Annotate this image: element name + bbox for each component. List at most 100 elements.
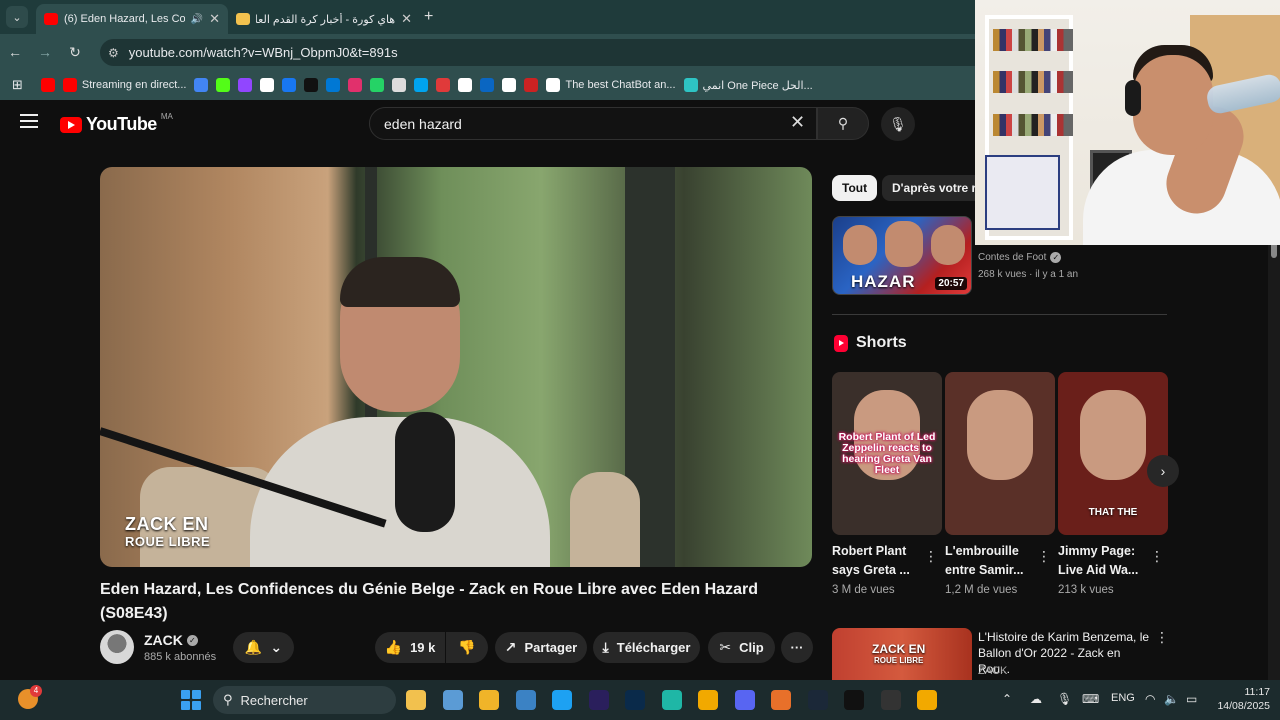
like-button[interactable]: 👍 19 k bbox=[375, 632, 445, 663]
more-options-icon[interactable]: ⋮ bbox=[924, 548, 938, 565]
bookmark-item[interactable] bbox=[216, 78, 231, 92]
battery-icon[interactable]: ▭ bbox=[1186, 692, 1197, 706]
language-indicator[interactable]: ENG bbox=[1111, 692, 1135, 704]
keyboard-icon[interactable]: ⌨ bbox=[1082, 692, 1099, 706]
bookmark-item[interactable] bbox=[238, 78, 253, 92]
short-title[interactable]: L'embrouille entre Samir... bbox=[945, 542, 1035, 580]
bookmark-item[interactable] bbox=[414, 78, 429, 92]
short-thumbnail[interactable]: Robert Plant of Led Zeppelin reacts to h… bbox=[832, 372, 942, 535]
forward-arrow-icon[interactable]: → bbox=[30, 44, 60, 60]
bookmark-item[interactable]: The best ChatBot an... bbox=[546, 78, 676, 92]
discord-icon[interactable] bbox=[734, 690, 755, 710]
recommendation-channel[interactable]: Contes de Foot ✓ bbox=[978, 252, 1062, 263]
webcam-overlay bbox=[975, 0, 1280, 245]
mic-icon[interactable] bbox=[771, 690, 791, 710]
new-tab-button[interactable]: + bbox=[424, 8, 433, 26]
obs-icon[interactable] bbox=[880, 690, 901, 710]
chevron-down-icon: ⌄ bbox=[270, 639, 283, 655]
bookmark-item[interactable] bbox=[194, 78, 209, 92]
bookmark-item[interactable] bbox=[326, 78, 341, 92]
voice-search-button[interactable]: 🎙 bbox=[881, 107, 915, 141]
bookmark-item[interactable] bbox=[524, 78, 539, 92]
snipping-icon[interactable] bbox=[442, 690, 463, 710]
close-tab-icon[interactable]: ✕ bbox=[401, 11, 412, 27]
bookmark-item[interactable] bbox=[458, 78, 473, 92]
search-button[interactable]: ⚲ bbox=[817, 107, 869, 140]
short-thumbnail[interactable]: THAT THE bbox=[1058, 372, 1168, 535]
tab-youtube[interactable]: (6) Eden Hazard, Les Confid 🔊 ✕ bbox=[36, 4, 228, 34]
download-button[interactable]: ⤓ Télécharger bbox=[593, 632, 700, 663]
bookmark-favicon-icon bbox=[546, 78, 561, 92]
network-drive-icon[interactable]: ☁ bbox=[1030, 692, 1042, 706]
channel-avatar[interactable] bbox=[100, 630, 134, 664]
bookmark-item[interactable] bbox=[304, 78, 319, 92]
shorts-heading-text: Shorts bbox=[856, 334, 907, 351]
tiktok-icon[interactable] bbox=[844, 690, 864, 710]
bookmark-item[interactable]: Streaming en direct... bbox=[62, 78, 186, 92]
notification-badge: 4 bbox=[30, 685, 42, 697]
windows-start-icon[interactable] bbox=[181, 690, 201, 710]
bookmark-item[interactable] bbox=[260, 78, 275, 92]
microphone-icon[interactable]: 🎙 bbox=[1057, 692, 1072, 706]
bookmark-item[interactable] bbox=[40, 78, 55, 92]
youtube-logo[interactable]: YouTube MA bbox=[60, 112, 173, 135]
site-info-icon[interactable]: ⚙ bbox=[108, 46, 119, 60]
bookmark-item[interactable]: انمي One Piece الحل... bbox=[683, 78, 813, 92]
bookmark-item[interactable] bbox=[348, 78, 363, 92]
recommendation-channel[interactable]: ZACK bbox=[978, 665, 1007, 677]
clear-search-icon[interactable]: ✕ bbox=[790, 112, 805, 133]
folder-icon[interactable] bbox=[479, 690, 499, 710]
bookmark-item[interactable] bbox=[282, 78, 297, 92]
steam-icon[interactable] bbox=[807, 690, 828, 710]
webcam-flag bbox=[985, 155, 1060, 230]
thumbs-down-icon: 👎 bbox=[458, 639, 476, 655]
share-button[interactable]: ↗ Partager bbox=[495, 632, 587, 663]
more-options-icon[interactable]: ⋮ bbox=[1150, 548, 1164, 565]
taskbar-clock[interactable]: 11:17 14/08/2025 bbox=[1212, 685, 1270, 713]
channel-name[interactable]: ZACK ✓ bbox=[144, 632, 198, 648]
bookmark-item[interactable] bbox=[392, 78, 407, 92]
notification-bell-button[interactable]: 🔔 ⌄ bbox=[233, 632, 294, 663]
premiere-icon[interactable] bbox=[588, 690, 609, 710]
bookmark-item[interactable] bbox=[370, 78, 385, 92]
reload-icon[interactable]: ↻ bbox=[60, 44, 90, 61]
taskbar-search[interactable]: ⚲ Rechercher bbox=[213, 686, 396, 714]
back-arrow-icon[interactable]: ← bbox=[0, 44, 30, 60]
wifi-icon[interactable]: ◠ bbox=[1145, 692, 1155, 706]
clip-button[interactable]: ✂ Clip bbox=[708, 632, 775, 663]
short-thumbnail[interactable] bbox=[945, 372, 1055, 535]
chevron-right-icon[interactable]: › bbox=[1147, 455, 1179, 487]
menu-icon[interactable] bbox=[20, 114, 38, 128]
bookmark-favicon-icon bbox=[414, 78, 429, 92]
tab-hikora[interactable]: هاي كورة - أخبار كرة القدم العالمية ✕ bbox=[228, 4, 420, 34]
tab-search-button[interactable]: ⌄ bbox=[6, 6, 28, 28]
bookmark-favicon-icon bbox=[304, 78, 319, 92]
store-icon[interactable] bbox=[515, 690, 536, 710]
volume-icon[interactable]: 🔈 bbox=[1164, 692, 1179, 706]
photoshop-icon[interactable] bbox=[625, 690, 645, 710]
twitter-icon[interactable] bbox=[552, 690, 572, 710]
chrome-icon[interactable] bbox=[698, 690, 718, 710]
chip-all[interactable]: Tout bbox=[832, 175, 878, 201]
chrome-2-icon[interactable] bbox=[917, 690, 937, 710]
video-player[interactable]: ZACK EN ROUE LIBRE bbox=[100, 167, 812, 567]
bookmark-item[interactable] bbox=[502, 78, 517, 92]
audio-icon[interactable]: 🔊 bbox=[191, 14, 203, 25]
chevron-up-icon[interactable]: ⌃ bbox=[1002, 692, 1012, 706]
edge-icon[interactable] bbox=[661, 690, 682, 710]
more-options-icon[interactable]: ⋮ bbox=[1037, 548, 1051, 565]
close-tab-icon[interactable]: ✕ bbox=[209, 11, 220, 27]
more-actions-button[interactable]: ··· bbox=[781, 632, 813, 663]
youtube-play-icon bbox=[60, 116, 82, 133]
short-title[interactable]: Robert Plant says Greta ... bbox=[832, 542, 922, 580]
bookmark-item[interactable] bbox=[480, 78, 495, 92]
recommendation-thumbnail[interactable]: HAZAR 20:57 bbox=[832, 216, 972, 295]
apps-grid-icon[interactable]: ⊞ bbox=[12, 77, 23, 93]
search-input[interactable]: eden hazard bbox=[369, 107, 817, 140]
file-explorer-icon[interactable] bbox=[406, 690, 426, 710]
dislike-button[interactable]: 👎 bbox=[446, 632, 488, 663]
bookmark-item[interactable] bbox=[436, 78, 451, 92]
short-title[interactable]: Jimmy Page: Live Aid Wa... bbox=[1058, 542, 1148, 580]
more-options-icon[interactable]: ⋮ bbox=[1155, 629, 1169, 646]
recommendation-thumbnail[interactable]: ZACK EN ROUE LIBRE bbox=[832, 628, 972, 680]
